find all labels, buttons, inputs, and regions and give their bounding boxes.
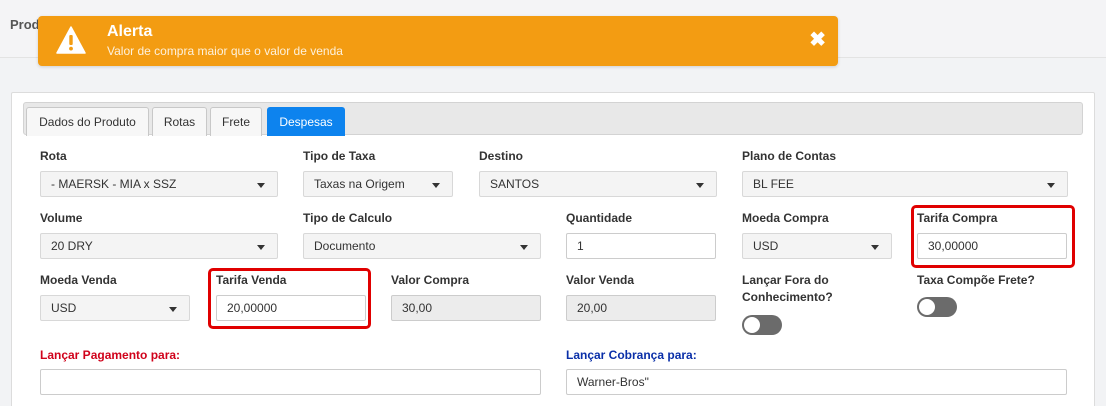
chevron-down-icon [696,183,704,188]
chevron-down-icon [169,307,177,312]
moeda-compra-select[interactable]: USD [742,233,892,259]
tipo-taxa-select[interactable]: Taxas na Origem [303,171,453,197]
plano-contas-label: Plano de Contas [742,149,837,163]
quantidade-input[interactable]: 1 [566,233,716,259]
alert-banner: Alerta Valor de compra maior que o valor… [38,16,838,66]
valor-compra-label: Valor Compra [391,273,470,287]
tarifa-venda-input[interactable]: 20,00000 [216,295,366,321]
toggle-knob [744,317,760,333]
rota-label: Rota [40,149,67,163]
alert-message: Valor de compra maior que o valor de ven… [107,44,343,58]
expense-form-panel: Dados do Produto Rotas Frete Despesas Ro… [11,92,1095,406]
warning-icon [56,26,86,54]
plano-contas-select[interactable]: BL FEE [742,171,1068,197]
tipo-calculo-label: Tipo de Calculo [303,211,393,225]
toggle-knob [919,299,935,315]
taxa-compoe-toggle[interactable] [917,297,957,317]
moeda-venda-value: USD [51,301,77,315]
tarifa-venda-label: Tarifa Venda [216,273,287,287]
valor-compra-field: 30,00 [391,295,541,321]
rota-value: - MAERSK - MIA x SSZ [51,177,177,191]
lancar-pagamento-input[interactable] [40,369,541,395]
lancar-cobranca-label: Lançar Cobrança para: [566,348,697,362]
chevron-down-icon [432,183,440,188]
valor-venda-label: Valor Venda [566,273,635,287]
tab-dados-do-produto[interactable]: Dados do Produto [26,107,149,136]
tarifa-compra-label: Tarifa Compra [917,211,998,225]
volume-select[interactable]: 20 DRY [40,233,278,259]
chevron-down-icon [1047,183,1055,188]
tab-bar: Dados do Produto Rotas Frete Despesas [23,102,1083,136]
page-title: Prod [10,17,40,32]
chevron-down-icon [257,183,265,188]
destino-select[interactable]: SANTOS [479,171,717,197]
moeda-venda-label: Moeda Venda [40,273,117,287]
alert-title: Alerta [107,23,153,40]
plano-contas-value: BL FEE [753,177,794,191]
volume-label: Volume [40,211,83,225]
tab-frete[interactable]: Frete [210,107,262,136]
valor-venda-field: 20,00 [566,295,716,321]
destino-label: Destino [479,149,524,163]
tab-despesas[interactable]: Despesas [267,107,345,136]
chevron-down-icon [871,245,879,250]
lancar-cobranca-input[interactable]: Warner-Bros" [566,369,1067,395]
lancar-pagamento-label: Lançar Pagamento para: [40,348,181,362]
rota-select[interactable]: - MAERSK - MIA x SSZ [40,171,278,197]
moeda-compra-value: USD [753,239,779,253]
tipo-taxa-value: Taxas na Origem [314,177,405,191]
tarifa-compra-input[interactable]: 30,00000 [917,233,1067,259]
quantidade-label: Quantidade [566,211,633,225]
taxa-compoe-label: Taxa Compõe Frete? [917,273,1035,287]
destino-value: SANTOS [490,177,540,191]
close-icon[interactable]: ✖ [809,29,826,51]
tipo-calculo-select[interactable]: Documento [303,233,541,259]
moeda-venda-select[interactable]: USD [40,295,190,321]
chevron-down-icon [520,245,528,250]
moeda-compra-label: Moeda Compra [742,211,829,225]
tipo-taxa-label: Tipo de Taxa [303,149,376,163]
tipo-calculo-value: Documento [314,239,376,253]
tab-rotas[interactable]: Rotas [152,107,207,136]
volume-value: 20 DRY [51,239,93,253]
chevron-down-icon [257,245,265,250]
lancar-fora-label: Lançar Fora do Conhecimento? [742,273,833,304]
lancar-fora-toggle[interactable] [742,315,782,335]
